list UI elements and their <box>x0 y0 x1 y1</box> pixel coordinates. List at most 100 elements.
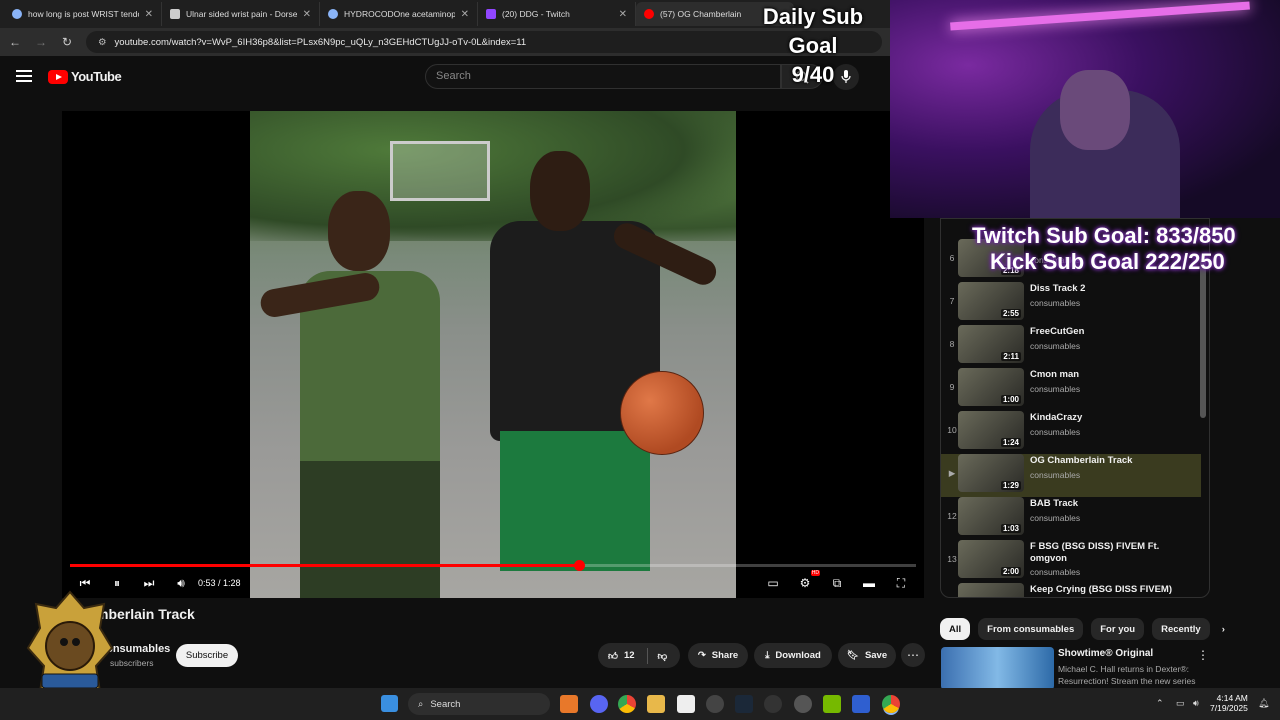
playlist-scrollbar[interactable] <box>1200 218 1206 598</box>
playlist-item-title: OG Chamberlain Track <box>1030 455 1133 466</box>
taskbar-search[interactable]: ⌕ Search <box>408 693 550 715</box>
subscribe-button[interactable]: Subscribe <box>176 644 238 667</box>
playlist-item[interactable]: 10 1:24 KindaCrazy consumables <box>941 411 1201 454</box>
playlist-item-title: Diss Track 2 <box>1030 283 1086 294</box>
fullscreen-icon[interactable]: ⛶ <box>894 576 908 591</box>
playlist-item-current[interactable]: ▶ 1:29 OG Chamberlain Track consumables <box>941 454 1201 497</box>
more-actions-button[interactable]: ⋯ <box>901 643 925 667</box>
forward-icon[interactable]: → <box>34 35 48 49</box>
close-tab-icon[interactable]: ✕ <box>145 9 153 20</box>
progress-fill <box>70 564 580 567</box>
duration-badge: 1:24 <box>1000 438 1021 447</box>
back-icon[interactable]: ← <box>8 35 22 49</box>
chip-from-channel[interactable]: From consumables <box>978 618 1084 640</box>
volume-tray-icon[interactable]: 🔊︎ <box>1193 698 1199 709</box>
chevron-right-icon[interactable]: › <box>1218 618 1229 640</box>
notification-icon[interactable]: 🔔︎ <box>1258 698 1269 709</box>
thumbs-up-icon: 👍︎ <box>608 650 618 662</box>
captions-icon[interactable]: ▭ <box>766 576 780 590</box>
playlist-thumbnail[interactable]: 1:29 <box>958 454 1024 492</box>
menu-icon[interactable] <box>16 70 32 82</box>
duration-badge: 2:11 <box>1001 352 1021 361</box>
playlist-thumbnail[interactable]: 1:00 <box>958 368 1024 406</box>
settings-app-icon[interactable] <box>794 695 812 713</box>
volume-icon[interactable]: 🔊︎ <box>174 576 188 591</box>
playlist-thumbnail[interactable]: 2:00 <box>958 540 1024 578</box>
miniplayer-icon[interactable]: ⧉ <box>830 576 844 591</box>
browser-tab[interactable]: how long is post WRIST tendo ✕ <box>4 2 162 26</box>
app-icon[interactable] <box>560 695 578 713</box>
video-progress-bar[interactable] <box>70 560 916 571</box>
next-icon[interactable]: ⏭ <box>142 576 156 591</box>
steam-icon[interactable] <box>735 695 753 713</box>
theater-mode-icon[interactable]: ▬ <box>862 576 876 590</box>
close-tab-icon[interactable]: ✕ <box>461 9 469 20</box>
playlist-item-title: Keep Crying (BSG DISS FIVEM) <box>1030 584 1172 595</box>
playlist-thumbnail[interactable]: 1:03 <box>958 497 1024 535</box>
page-icon <box>170 9 180 19</box>
playlist-item-channel: consumables <box>1030 470 1081 480</box>
nvidia-icon[interactable] <box>823 695 841 713</box>
reload-icon[interactable]: ↻ <box>60 35 74 49</box>
settings-icon[interactable]: ⚙ HD <box>798 570 820 590</box>
save-button[interactable]: 🔖︎ Save <box>838 643 896 668</box>
playlist-item[interactable]: 13 2:00 F BSG (BSG DISS) FIVEM Ft. omgvon c… <box>941 540 1201 583</box>
windows-start-icon[interactable] <box>381 695 398 712</box>
playlist-item-channel: consumables <box>1030 567 1081 577</box>
browser-tab[interactable]: HYDROCODOne acetaminophe ✕ <box>320 2 478 26</box>
playlist-item[interactable]: Keep Crying (BSG DISS FIVEM) <box>941 583 1201 597</box>
site-info-icon[interactable]: ⚙ <box>98 37 107 48</box>
close-tab-icon[interactable]: ✕ <box>303 9 311 20</box>
discord-icon[interactable] <box>590 695 608 713</box>
playlist-item[interactable]: 12 1:03 BAB Track consumables <box>941 497 1201 540</box>
chip-recently[interactable]: Recently <box>1152 618 1210 640</box>
filter-chips: All From consumables For you Recently › <box>940 618 1229 640</box>
playlist-thumbnail[interactable]: 1:24 <box>958 411 1024 449</box>
share-button[interactable]: ↷ Share <box>688 643 748 668</box>
chrome-icon[interactable] <box>618 695 636 713</box>
network-icon[interactable]: ▭ <box>1176 698 1185 709</box>
chrome-active-icon[interactable] <box>882 695 900 713</box>
playlist-item-title: FreeCutGen <box>1030 326 1085 337</box>
chip-all[interactable]: All <box>940 618 971 640</box>
youtube-logo[interactable]: YouTube <box>48 69 122 84</box>
playlist-index: 12 <box>947 511 957 521</box>
playlist-index: ▶ <box>948 468 956 478</box>
playlist-thumbnail[interactable]: 2:55 <box>958 282 1024 320</box>
search-input[interactable]: Search <box>425 64 781 89</box>
playlist-item[interactable]: 7 2:55 Diss Track 2 consumables <box>941 282 1201 325</box>
like-button[interactable]: 👍︎ 12 <box>608 650 635 662</box>
recommended-thumbnail[interactable] <box>941 647 1054 690</box>
app-icon[interactable] <box>764 695 782 713</box>
thumbs-down-icon[interactable]: 👎︎ <box>658 650 668 662</box>
playlist-index: 6 <box>949 253 955 263</box>
google-icon <box>328 9 338 19</box>
video-player[interactable]: ⏮ ⏸ ⏭ 🔊︎ 0:53 / 1:28 ▭ ⚙ HD ⧉ ▬ ⛶ <box>62 111 924 598</box>
more-vert-icon[interactable]: ⋮ <box>1197 648 1209 662</box>
store-icon[interactable] <box>677 695 695 713</box>
duration-badge: 2:55 <box>1000 309 1021 318</box>
search-icon: ⌕ <box>418 698 424 710</box>
subscriber-count: subscribers <box>110 658 154 668</box>
file-explorer-icon[interactable] <box>647 695 665 713</box>
browser-tab[interactable]: Ulnar sided wrist pain - Dorset ✕ <box>162 2 320 26</box>
playlist-item[interactable]: 9 1:00 Cmon man consumables <box>941 368 1201 411</box>
download-button[interactable]: ⤓ Download <box>754 643 832 668</box>
recommended-item[interactable]: Showtime® Original Michael C. Hall retur… <box>940 645 1210 690</box>
app-icon[interactable] <box>852 695 870 713</box>
playlist-thumbnail[interactable] <box>958 583 1024 597</box>
browser-tab[interactable]: (20) DDG - Twitch ✕ <box>478 2 636 26</box>
obs-icon[interactable] <box>706 695 724 713</box>
playlist-item-title: KindaCrazy <box>1030 412 1083 423</box>
chip-for-you[interactable]: For you <box>1091 618 1145 640</box>
basketball <box>620 371 704 455</box>
google-icon <box>12 9 22 19</box>
playlist-item-title: F BSG (BSG DISS) FIVEM Ft. omgvon <box>1030 541 1160 564</box>
youtube-play-icon <box>48 69 68 84</box>
share-icon: ↷ <box>697 650 706 661</box>
tray-chevron-icon[interactable]: ⌃ <box>1156 698 1164 709</box>
playlist-thumbnail[interactable]: 2:11 <box>958 325 1024 363</box>
playlist-item[interactable]: 8 2:11 FreeCutGen consumables <box>941 325 1201 368</box>
close-tab-icon[interactable]: ✕ <box>619 9 627 20</box>
clock[interactable]: 4:14 AM 7/19/2025 <box>1210 693 1248 713</box>
